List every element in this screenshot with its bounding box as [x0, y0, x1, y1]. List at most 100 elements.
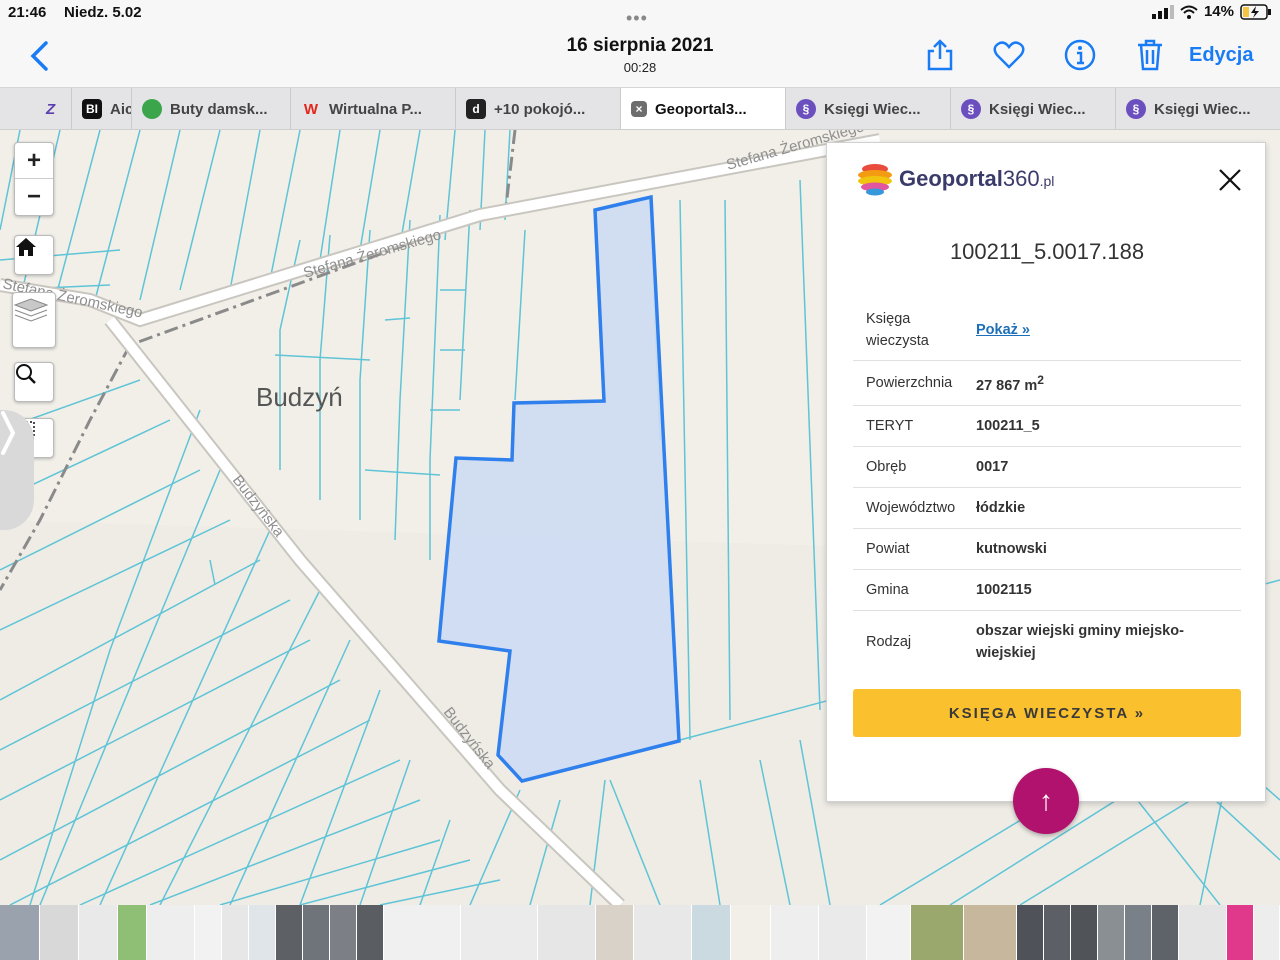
trash-icon[interactable] [1133, 38, 1167, 72]
tab-7-label: Księgi Wiec... [824, 100, 921, 118]
thumbnail[interactable] [1070, 905, 1098, 960]
attr-value: 0017 [976, 459, 1009, 475]
signal-icon [1151, 4, 1174, 19]
logo-name: Geoportal [899, 166, 1003, 191]
search-button[interactable] [14, 362, 54, 402]
thumbnail[interactable] [1226, 905, 1254, 960]
screen: 21:46 Niedz. 5.02 ••• 14% 16 sierpnia 20… [0, 0, 1280, 960]
thumbnail[interactable] [248, 905, 276, 960]
zoom-in-button[interactable]: + [15, 143, 53, 180]
thumbnail[interactable] [1124, 905, 1152, 960]
layers-button[interactable] [12, 292, 56, 348]
tab-2[interactable]: BI Aic [72, 88, 132, 129]
thumbnail[interactable] [40, 905, 80, 960]
attr-value: kutnowski [976, 541, 1047, 557]
info-icon[interactable] [1063, 38, 1097, 72]
battery-charging-icon [1240, 3, 1271, 20]
attr-key: Obręb [866, 459, 907, 475]
wifi-icon [1180, 5, 1198, 19]
tab-3[interactable]: Buty damsk... [132, 88, 291, 129]
attr-value: obszar wiejski gminy miejsko-wiejskiej [976, 623, 1184, 661]
thumbnail[interactable] [819, 905, 868, 960]
tab-5-label: +10 pokojó... [494, 100, 586, 118]
heart-icon[interactable] [992, 38, 1026, 72]
parcel-info-panel: Geoportal360.pl 100211_5.0017.188 Księga… [826, 142, 1266, 802]
sidebar-toggle[interactable] [0, 410, 34, 530]
thumbnail[interactable] [1097, 905, 1125, 960]
thumbnail[interactable] [194, 905, 222, 960]
parcel-attributes: Księga wieczysta Pokaż » Powierzchnia 27… [853, 299, 1241, 673]
attr-value: 100211_5 [976, 418, 1040, 434]
tab-7[interactable]: § Księgi Wiec... [786, 88, 951, 129]
thumbnail[interactable] [79, 905, 118, 960]
thumbnail[interactable] [146, 905, 195, 960]
attr-value: 1002115 [976, 582, 1032, 598]
thumbnail[interactable] [329, 905, 357, 960]
thumbnail[interactable] [595, 905, 635, 960]
thumbnail[interactable] [771, 905, 820, 960]
edit-button[interactable]: Edycja [1189, 44, 1253, 67]
thumbnail[interactable] [460, 905, 538, 960]
close-icon[interactable] [1217, 167, 1243, 193]
home-icon [16, 238, 36, 256]
photo-header: 21:46 Niedz. 5.02 ••• 14% 16 sierpnia 20… [0, 0, 1280, 88]
status-date: Niedz. 5.02 [64, 4, 142, 21]
paragraph-favicon-icon: § [1126, 99, 1146, 119]
tab-8-label: Księgi Wiec... [989, 100, 1086, 118]
thumbnail[interactable] [537, 905, 596, 960]
attr-key: Księga wieczysta [866, 310, 929, 349]
geoportal-logo-icon [858, 164, 892, 196]
tab-9[interactable]: § Księgi Wiec... [1116, 88, 1280, 129]
photo-filmstrip [0, 905, 1280, 960]
attr-row: Rodzaj obszar wiejski gminy miejsko-wiej… [853, 611, 1241, 673]
thumbnail[interactable] [1016, 905, 1044, 960]
thumbnail[interactable] [0, 905, 41, 960]
scroll-top-button[interactable]: ↑ [1013, 768, 1079, 834]
thumbnail[interactable] [275, 905, 303, 960]
d-favicon-icon: d [466, 99, 486, 119]
tab-1[interactable]: Z [0, 88, 72, 129]
attr-row: Województwo łódzkie [853, 488, 1241, 529]
tab-4[interactable]: W Wirtualna P... [291, 88, 456, 129]
thumbnail[interactable] [1253, 905, 1280, 960]
tab-3-label: Buty damsk... [170, 100, 268, 118]
thumbnail[interactable] [634, 905, 693, 960]
attr-key: Powierzchnia [866, 375, 953, 391]
show-land-register-link[interactable]: Pokaż » [976, 319, 1241, 341]
land-register-button[interactable]: KSIĘGA WIECZYSTA » [853, 689, 1241, 737]
thumbnail[interactable] [356, 905, 384, 960]
thumbnail[interactable] [1043, 905, 1071, 960]
thumbnail[interactable] [383, 905, 461, 960]
status-indicators: 14% [1151, 3, 1272, 20]
close-tab-icon[interactable]: × [631, 101, 647, 117]
thumbnail[interactable] [117, 905, 147, 960]
tab-5[interactable]: d +10 pokojó... [456, 88, 621, 129]
tab-9-label: Księgi Wiec... [1154, 100, 1251, 118]
thumbnail[interactable] [1151, 905, 1179, 960]
logo-tld: .pl [1039, 173, 1055, 189]
thumbnail[interactable] [963, 905, 1017, 960]
thumbnail[interactable] [910, 905, 964, 960]
attr-value: 27 867 m2 [976, 369, 1241, 397]
thumbnail[interactable] [302, 905, 330, 960]
tab-8[interactable]: § Księgi Wiec... [951, 88, 1116, 129]
share-icon[interactable] [923, 38, 957, 72]
attr-key: TERYT [866, 418, 914, 434]
thumbnail[interactable] [1178, 905, 1227, 960]
attr-row: Obręb 0017 [853, 447, 1241, 488]
leaf-favicon-icon [142, 99, 162, 119]
zoom-out-button[interactable]: − [15, 179, 53, 215]
thumbnail[interactable] [730, 905, 772, 960]
paragraph-favicon-icon: § [796, 99, 816, 119]
multitask-dots[interactable]: ••• [626, 8, 648, 29]
status-time: 21:46 [8, 4, 47, 21]
attr-row: Gmina 1002115 [853, 570, 1241, 611]
thumbnail[interactable] [692, 905, 731, 960]
search-icon [16, 364, 36, 384]
tab-6-active[interactable]: × Geoportal3... [621, 88, 786, 129]
home-button[interactable] [14, 235, 54, 275]
layers-icon [13, 298, 49, 322]
thumbnail[interactable] [867, 905, 911, 960]
parcel-id: 100211_5.0017.188 [949, 239, 1145, 264]
thumbnail[interactable] [221, 905, 249, 960]
